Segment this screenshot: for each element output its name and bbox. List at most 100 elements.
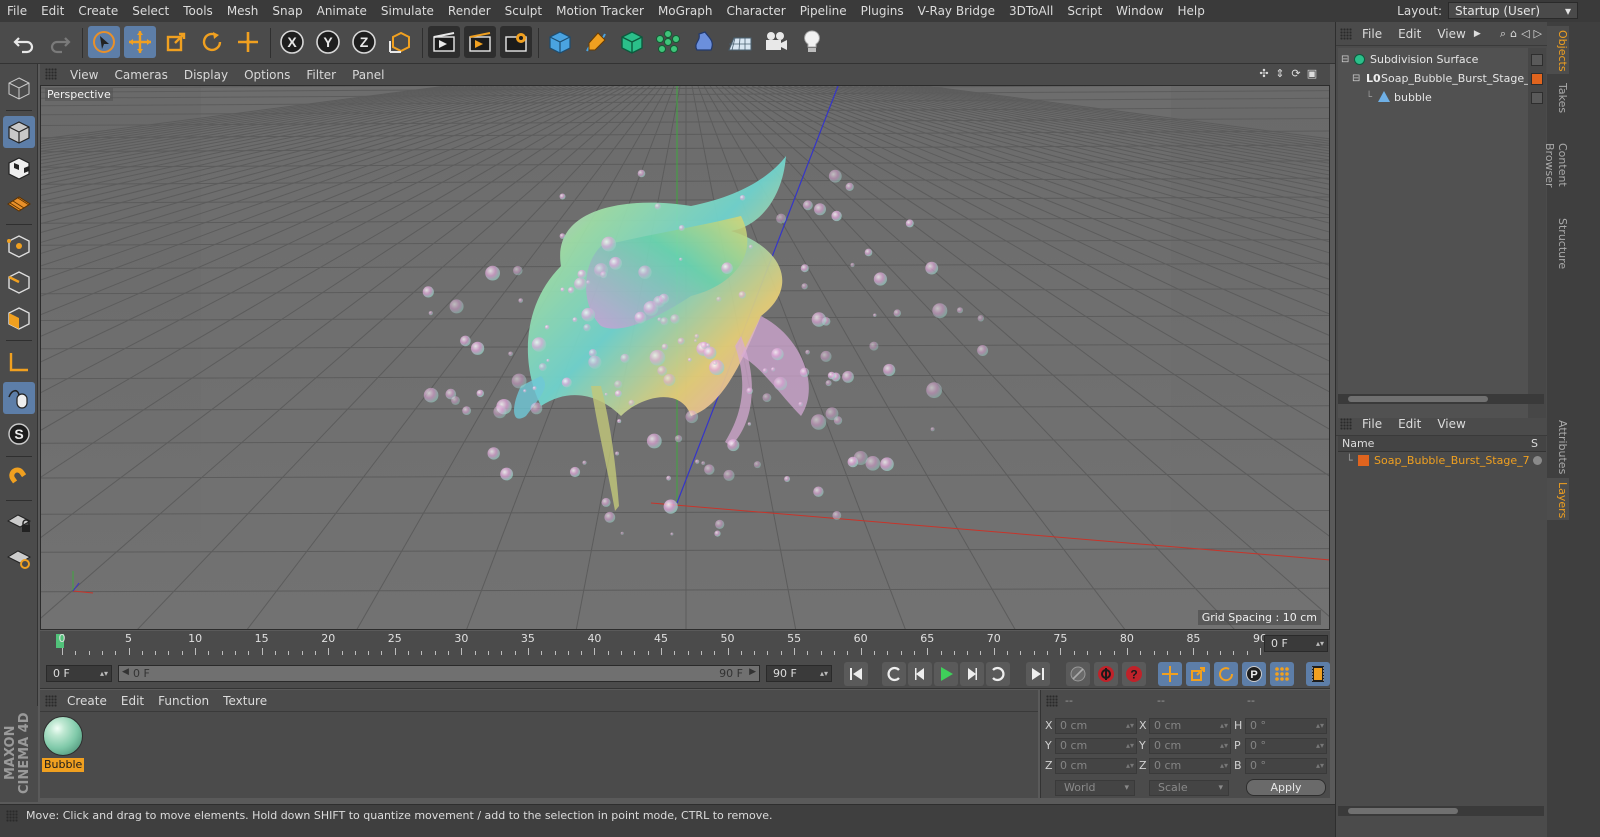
current-frame-field[interactable]: 0 F ▴▾ [1264, 635, 1328, 652]
axis-mode-icon[interactable] [3, 346, 35, 378]
play-button[interactable] [934, 662, 958, 686]
snap-icon[interactable]: S [3, 418, 35, 450]
menu-motion-tracker[interactable]: Motion Tracker [549, 0, 651, 22]
key-point-level-button[interactable] [1270, 662, 1294, 686]
material-menu-texture[interactable]: Texture [216, 694, 274, 708]
maximize-icon[interactable]: ▣ [1306, 67, 1318, 81]
polygons-mode-icon[interactable] [3, 302, 35, 334]
scrollbar-thumb[interactable] [1348, 808, 1458, 814]
menu-mesh[interactable]: Mesh [220, 0, 266, 22]
edges-mode-icon[interactable] [3, 266, 35, 298]
size-mode-dropdown[interactable]: Scale ▾ [1149, 780, 1229, 796]
workplane-mode-icon[interactable] [3, 188, 35, 220]
magnet-icon[interactable] [3, 462, 35, 494]
layout-dropdown[interactable]: Startup (User) ▾ [1448, 2, 1578, 19]
layer-menu-view[interactable]: View [1429, 417, 1473, 431]
collapse-icon[interactable]: ⊟ [1352, 69, 1360, 88]
tab-objects[interactable]: Objects [1547, 26, 1569, 74]
make-editable-icon[interactable] [3, 72, 35, 104]
home-icon[interactable]: ⌂ [1510, 27, 1517, 41]
material-menu-function[interactable]: Function [151, 694, 216, 708]
pos-y-field[interactable]: 0 cm ▴▾ [1055, 738, 1137, 754]
key-scale-button[interactable] [1186, 662, 1210, 686]
subdivision-icon[interactable] [616, 26, 648, 58]
end-frame-field[interactable]: 90 F ▴▾ [766, 665, 832, 682]
pen-icon[interactable] [580, 26, 612, 58]
go-to-end-button[interactable] [1026, 662, 1050, 686]
menu-file[interactable]: File [0, 0, 34, 22]
rotate-icon[interactable] [196, 26, 228, 58]
tab-takes[interactable]: Takes [1547, 78, 1569, 118]
move-axis-icon[interactable] [232, 26, 264, 58]
previous-frame-button[interactable] [908, 662, 932, 686]
motion-record-icon[interactable] [1066, 662, 1090, 686]
visibility-toggle[interactable] [1531, 92, 1543, 104]
cube-icon[interactable] [544, 26, 576, 58]
x-axis-icon[interactable]: X [276, 26, 308, 58]
go-to-start-button[interactable] [844, 662, 868, 686]
previous-key-button[interactable] [882, 662, 906, 686]
planar-workplane-icon[interactable] [3, 542, 35, 574]
viewport-menu-view[interactable]: View [62, 68, 106, 82]
menu-script[interactable]: Script [1060, 0, 1109, 22]
menu-help[interactable]: Help [1170, 0, 1211, 22]
key-position-button[interactable] [1158, 662, 1182, 686]
pos-x-field[interactable]: 0 cm ▴▾ [1055, 718, 1137, 734]
deformer-icon[interactable] [688, 26, 720, 58]
undo-icon[interactable] [8, 26, 40, 58]
viewport-menu-display[interactable]: Display [176, 68, 236, 82]
visibility-toggle[interactable] [1531, 54, 1543, 66]
key-rotation-button[interactable] [1214, 662, 1238, 686]
texture-mode-icon[interactable] [3, 152, 35, 184]
orbit-icon[interactable]: ⟳ [1290, 67, 1302, 81]
menu-pipeline[interactable]: Pipeline [793, 0, 854, 22]
collapse-icon[interactable]: ⊟ [1341, 50, 1349, 69]
rot-b-field[interactable]: 0 ° ▴▾ [1245, 758, 1327, 774]
object-menu-view[interactable]: View [1429, 27, 1473, 41]
locked-workplane-icon[interactable] [3, 506, 35, 538]
viewport-menu-cameras[interactable]: Cameras [106, 68, 175, 82]
coordinate-space-dropdown[interactable]: World ▾ [1055, 780, 1135, 796]
search-icon[interactable]: ⌕ [1500, 27, 1506, 41]
render-picture-viewer-icon[interactable] [464, 26, 496, 58]
key-parameter-button[interactable]: P [1242, 662, 1266, 686]
coordinate-system-icon[interactable] [384, 26, 416, 58]
timeline-window-button[interactable] [1306, 662, 1330, 686]
menu-create[interactable]: Create [71, 0, 125, 22]
size-z-field[interactable]: 0 cm ▴▾ [1149, 758, 1231, 774]
size-x-field[interactable]: 0 cm ▴▾ [1149, 718, 1231, 734]
panel-grip-icon[interactable] [1046, 695, 1058, 707]
layer-menu-file[interactable]: File [1354, 417, 1390, 431]
move-icon[interactable] [124, 26, 156, 58]
panel-grip-icon[interactable] [1340, 28, 1352, 40]
object-row-bubble[interactable]: └ bubble [1338, 88, 1528, 107]
object-menu-edit[interactable]: Edit [1390, 27, 1429, 41]
z-axis-icon[interactable]: Z [348, 26, 380, 58]
tab-structure[interactable]: Structure [1547, 214, 1569, 269]
scrollbar-thumb[interactable] [1348, 396, 1488, 402]
viewport-menu-filter[interactable]: Filter [298, 68, 344, 82]
select-pointer-icon[interactable] [88, 26, 120, 58]
cloner-icon[interactable] [652, 26, 684, 58]
rot-p-field[interactable]: 0 ° ▴▾ [1245, 738, 1327, 754]
pos-z-field[interactable]: 0 cm ▴▾ [1055, 758, 1137, 774]
camera-icon[interactable] [760, 26, 792, 58]
edit-render-settings-icon[interactable] [500, 26, 532, 58]
y-axis-icon[interactable]: Y [312, 26, 344, 58]
menu-animate[interactable]: Animate [310, 0, 374, 22]
menu-tools[interactable]: Tools [176, 0, 220, 22]
menu-3dtoall[interactable]: 3DToAll [1002, 0, 1060, 22]
menu-sculpt[interactable]: Sculpt [498, 0, 549, 22]
menu-render[interactable]: Render [441, 0, 498, 22]
apply-button[interactable]: Apply [1246, 779, 1326, 796]
object-row-soap-bubble[interactable]: ⊟ L0 Soap_Bubble_Burst_Stage_7 [1338, 69, 1537, 88]
pan-icon[interactable]: ✣ [1258, 67, 1270, 81]
layer-color-tag[interactable] [1531, 73, 1543, 85]
material-menu-edit[interactable]: Edit [114, 694, 151, 708]
viewport-menu-panel[interactable]: Panel [344, 68, 392, 82]
perspective-viewport[interactable]: Perspective Grid Spacing : 10 cm [40, 85, 1330, 630]
object-row-subdivision-surface[interactable]: ⊟ Subdivision Surface [1338, 50, 1528, 69]
size-y-field[interactable]: 0 cm ▴▾ [1149, 738, 1231, 754]
layer-solo-column[interactable]: S [1531, 436, 1538, 452]
material-menu-create[interactable]: Create [60, 694, 114, 708]
